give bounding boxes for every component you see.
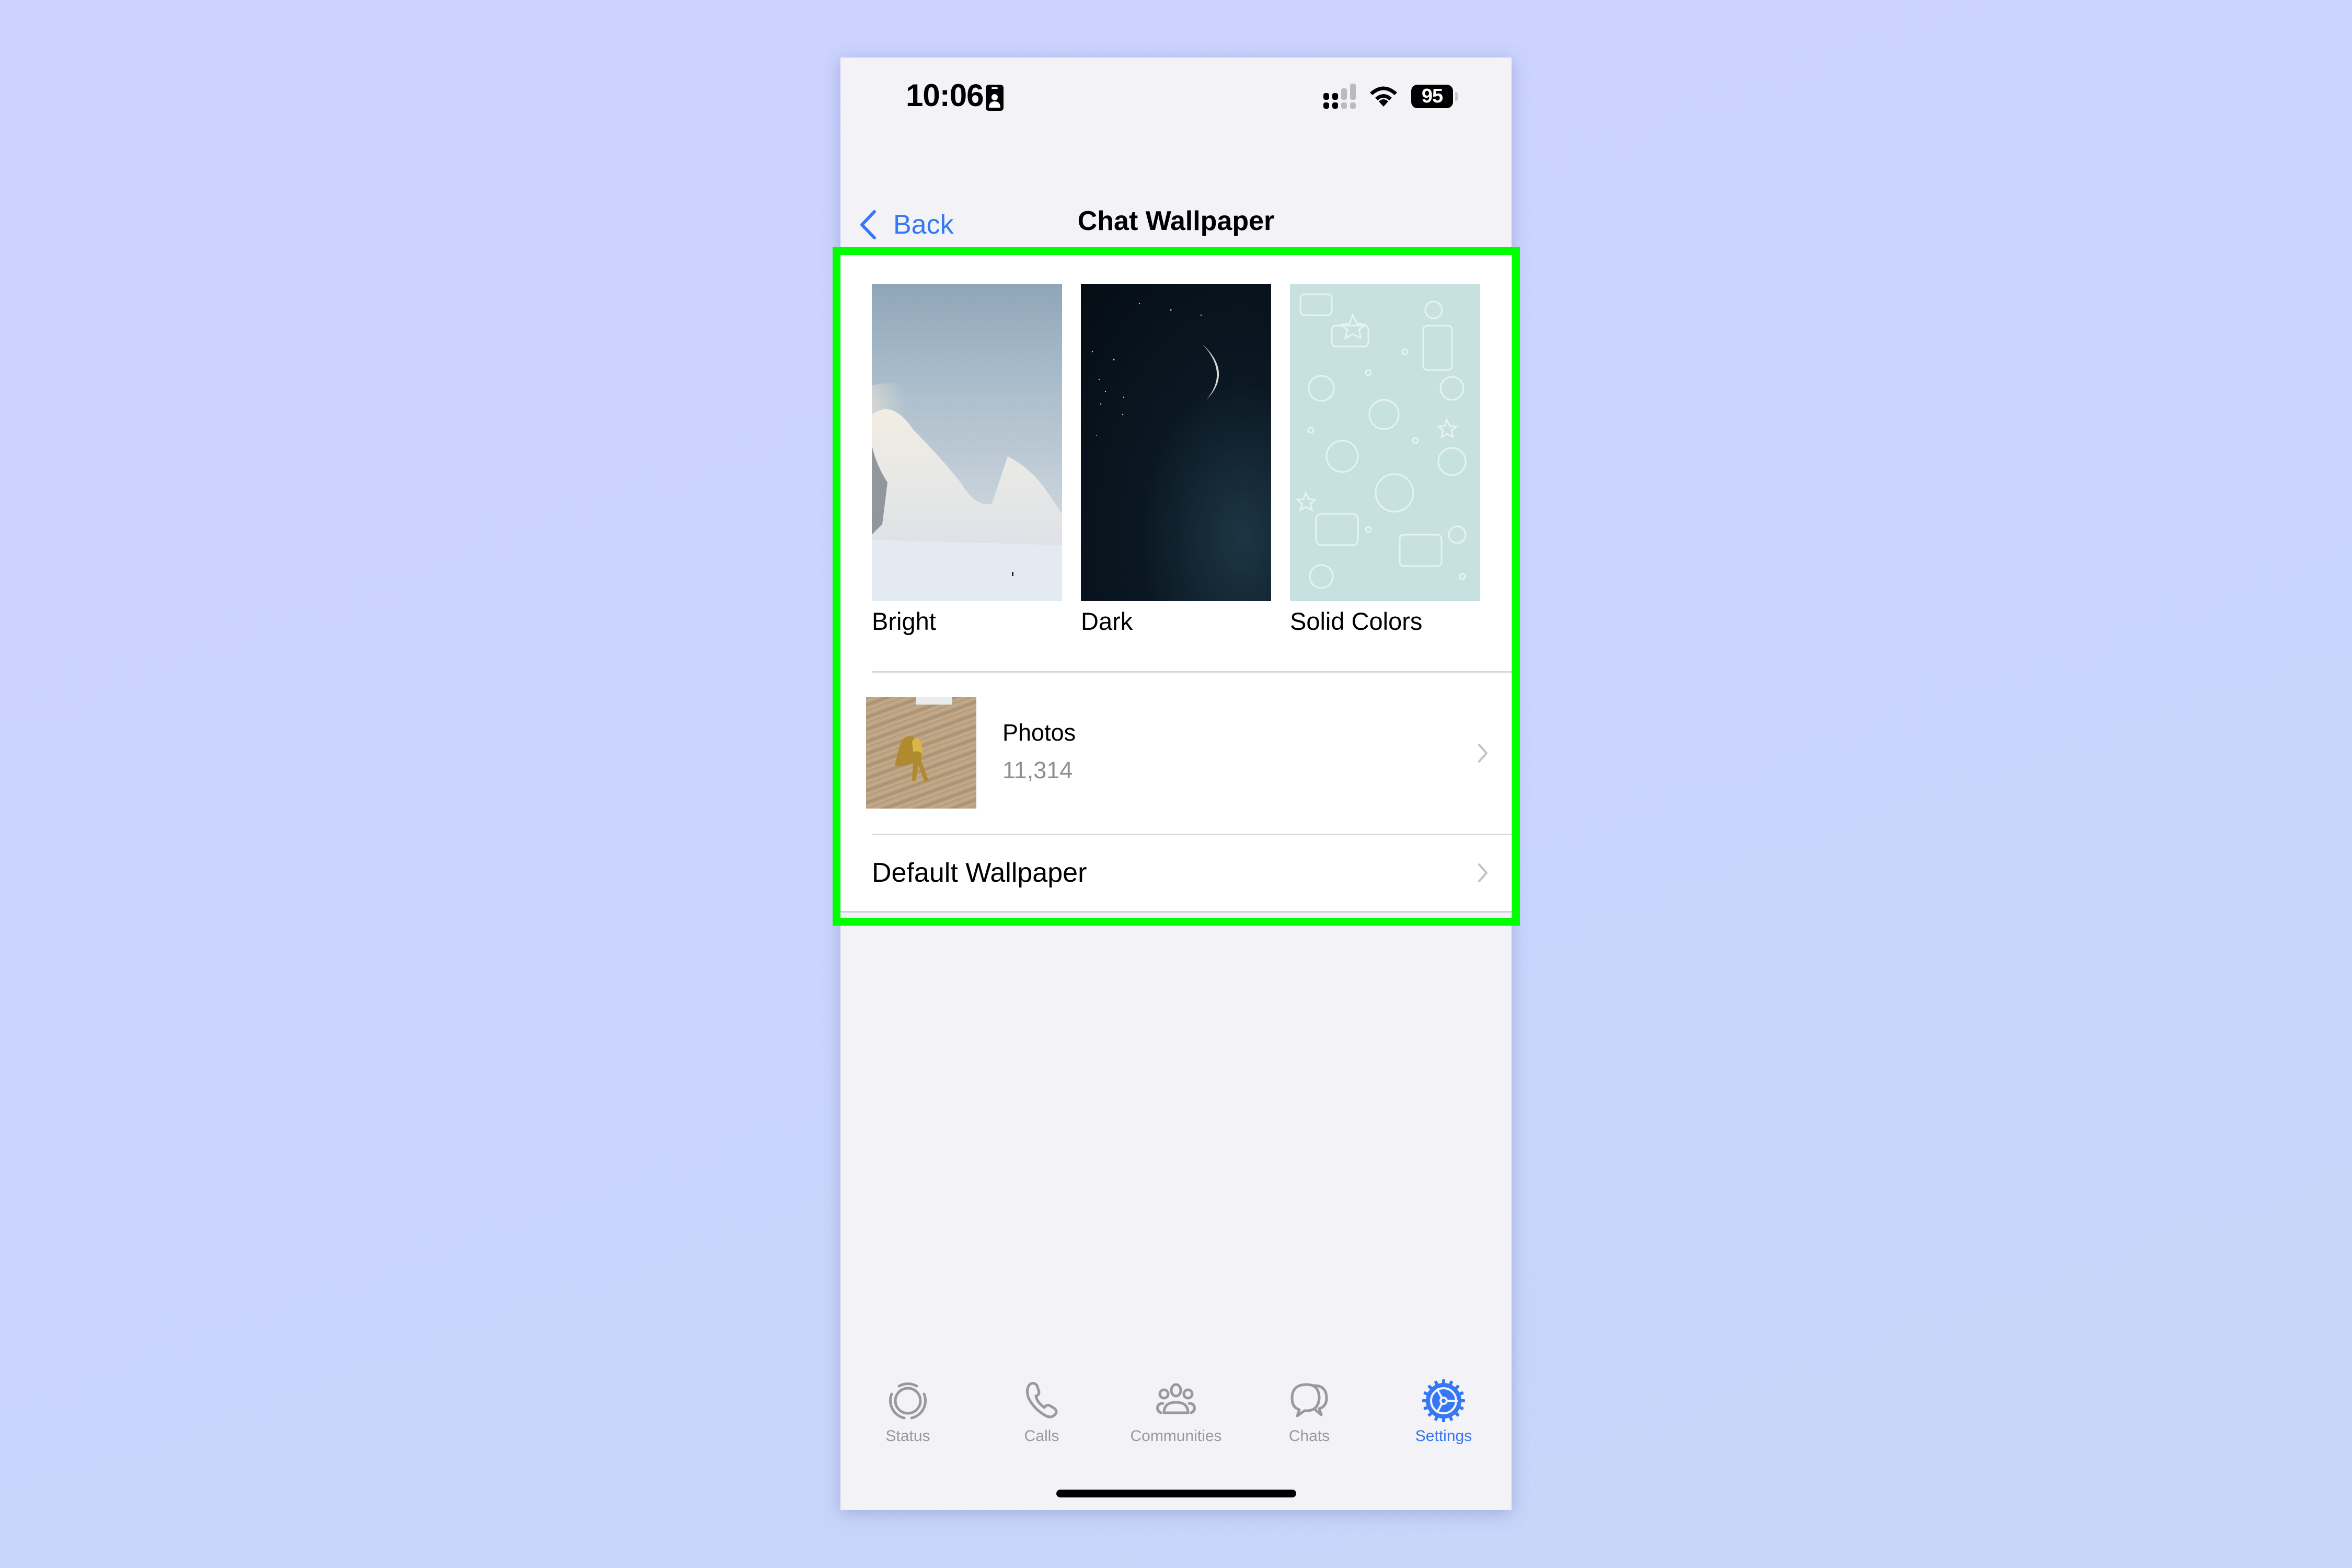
tab-label: Status [885, 1427, 930, 1445]
photos-album-count: 11,314 [1002, 757, 1073, 783]
tab-label: Chats [1288, 1427, 1330, 1445]
id-card-icon [986, 85, 1004, 111]
tab-calls[interactable]: Calls [989, 1377, 1094, 1445]
chevron-right-icon [1478, 744, 1488, 763]
battery-tip [1455, 92, 1458, 101]
wallpaper-options-card: Bright Dark Solid Colors Photos 11,314 D… [840, 255, 1512, 913]
divider [872, 671, 1512, 673]
status-icon [889, 1382, 927, 1420]
wallpaper-label: Solid Colors [1290, 607, 1423, 635]
wifi-icon [1370, 86, 1397, 107]
photos-album-title: Photos [1002, 719, 1076, 746]
status-time: 10:06 [906, 78, 984, 113]
wallpaper-label: Dark [1081, 607, 1133, 635]
tab-communities[interactable]: Communities [1124, 1377, 1228, 1445]
home-indicator[interactable] [1056, 1490, 1296, 1497]
dark-wallpaper-thumbnail [1081, 284, 1271, 601]
page-title: Chat Wallpaper [1077, 206, 1275, 236]
wallpaper-option-dark[interactable]: Dark [1081, 284, 1271, 635]
default-wallpaper-label: Default Wallpaper [872, 858, 1087, 888]
photos-album-row[interactable]: Photos 11,314 [840, 697, 1512, 809]
chat-bubbles-icon [1290, 1383, 1328, 1417]
wallpaper-option-solid-colors[interactable]: Solid Colors [1290, 284, 1480, 635]
bright-wallpaper-thumbnail [872, 284, 1062, 601]
tab-chats[interactable]: Chats [1257, 1377, 1362, 1445]
photos-album-thumbnail [866, 697, 976, 809]
tab-label: Settings [1415, 1427, 1472, 1445]
tab-settings[interactable]: Settings [1391, 1377, 1496, 1445]
cellular-signal-icon [1323, 84, 1356, 109]
chevron-right-icon [1478, 863, 1488, 882]
gear-icon [1422, 1379, 1465, 1422]
default-wallpaper-row[interactable]: Default Wallpaper [840, 835, 1512, 911]
phone-icon [1025, 1381, 1058, 1419]
communities-icon [1156, 1383, 1196, 1414]
wallpaper-label: Bright [872, 607, 936, 635]
wallpaper-option-bright[interactable]: Bright [872, 284, 1062, 635]
tab-status[interactable]: Status [856, 1377, 960, 1445]
battery-level: 95 [1411, 85, 1453, 108]
tab-label: Calls [1024, 1427, 1059, 1445]
tab-label: Communities [1130, 1427, 1222, 1445]
phone-screen: 10:06 95 Back Chat Wallpaper Bright Dark… [840, 57, 1512, 1510]
solid-colors-wallpaper-thumbnail [1290, 284, 1480, 601]
